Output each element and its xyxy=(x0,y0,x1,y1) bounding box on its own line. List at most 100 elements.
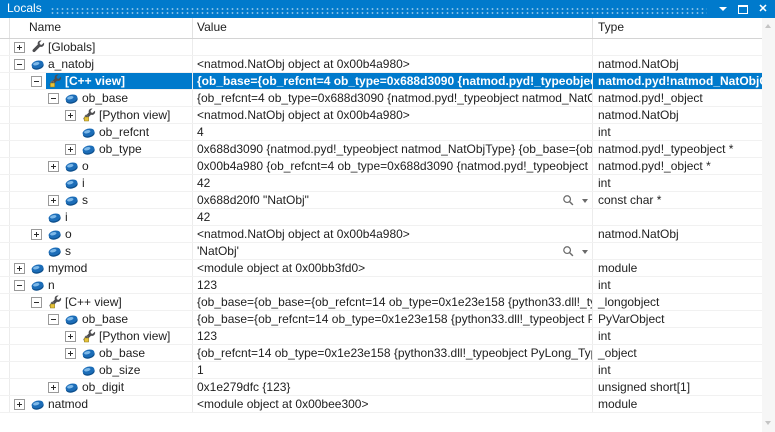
expand-toggle[interactable] xyxy=(31,229,42,240)
tree-row[interactable]: ob_base{ob_refcnt=14 ob_type=0x1e23e158 … xyxy=(0,345,762,362)
collapse-toggle[interactable] xyxy=(31,76,42,87)
scroll-up-icon[interactable] xyxy=(765,24,771,28)
tree-row[interactable]: i42 xyxy=(0,209,762,226)
value-cell[interactable]: 1 xyxy=(193,362,593,378)
tree-row[interactable]: mymod<module object at 0x00bb3fd0>module xyxy=(0,260,762,277)
name-inner: n xyxy=(29,277,192,293)
variable-name: ob_base xyxy=(82,312,128,326)
object-icon xyxy=(81,363,96,378)
vertical-scrollbar[interactable] xyxy=(762,18,775,432)
column-header-type[interactable]: Type xyxy=(593,18,762,38)
expand-toggle[interactable] xyxy=(14,42,25,53)
expand-toggle[interactable] xyxy=(14,399,25,410)
tree-row[interactable]: n123int xyxy=(0,277,762,294)
row-gutter xyxy=(0,345,10,361)
value-cell[interactable]: 'NatObj' xyxy=(193,243,593,259)
value-cell[interactable]: {ob_base={ob_refcnt=14 ob_type=0x1e23e15… xyxy=(193,311,593,327)
tree-row[interactable]: o<natmod.NatObj object at 0x00b4a980>nat… xyxy=(0,226,762,243)
value-cell[interactable]: 0x688d20f0 "NatObj" xyxy=(193,192,593,208)
chevron-down-icon xyxy=(719,7,727,11)
name-cell: [C++ view] xyxy=(10,294,193,310)
value-cell[interactable]: 42 xyxy=(193,209,593,225)
collapse-toggle[interactable] xyxy=(14,59,25,70)
tree-row[interactable]: o0x00b4a980 {ob_refcnt=4 ob_type=0x688d3… xyxy=(0,158,762,175)
name-inner: s xyxy=(46,243,192,259)
tree-row[interactable]: s0x688d20f0 "NatObj"const char * xyxy=(0,192,762,209)
value-cell[interactable]: <natmod.NatObj object at 0x00b4a980> xyxy=(193,56,593,72)
tree-row[interactable]: [Python view]<natmod.NatObj object at 0x… xyxy=(0,107,762,124)
name-inner: [Python view] xyxy=(80,328,192,344)
value-cell[interactable]: 4 xyxy=(193,124,593,140)
expand-toggle[interactable] xyxy=(65,348,76,359)
value-cell[interactable]: {ob_refcnt=14 ob_type=0x1e23e158 {python… xyxy=(193,345,593,361)
name-inner: ob_size xyxy=(80,362,192,378)
collapse-toggle[interactable] xyxy=(48,314,59,325)
tree-row[interactable]: [Globals] xyxy=(0,39,762,56)
name-cell: natmod xyxy=(10,396,193,412)
titlebar-drag-grip[interactable] xyxy=(50,7,707,14)
value-cell[interactable]: {ob_refcnt=4 ob_type=0x688d3090 {natmod.… xyxy=(193,90,593,106)
magnifier-icon[interactable] xyxy=(562,194,575,207)
collapse-toggle[interactable] xyxy=(31,297,42,308)
expand-toggle[interactable] xyxy=(14,263,25,274)
collapse-toggle[interactable] xyxy=(48,93,59,104)
value-cell[interactable]: 0x1e279dfc {123} xyxy=(193,379,593,395)
titlebar[interactable]: Locals ✕ xyxy=(0,0,775,18)
tree-row[interactable]: s'NatObj' xyxy=(0,243,762,260)
tree-row[interactable]: [C++ view]{ob_base={ob_base={ob_refcnt=1… xyxy=(0,294,762,311)
tree-row[interactable]: ob_digit0x1e279dfc {123}unsigned short[1… xyxy=(0,379,762,396)
value-cell[interactable]: 123 xyxy=(193,328,593,344)
close-button[interactable]: ✕ xyxy=(755,2,771,16)
expand-toggle[interactable] xyxy=(65,110,76,121)
float-icon xyxy=(738,5,748,14)
value-cell[interactable]: {ob_base={ob_base={ob_refcnt=14 ob_type=… xyxy=(193,294,593,310)
visualizer-dropdown-icon[interactable] xyxy=(582,199,588,203)
tree-row[interactable]: natmod<module object at 0x00bee300>modul… xyxy=(0,396,762,413)
tree-row[interactable]: ob_base{ob_refcnt=4 ob_type=0x688d3090 {… xyxy=(0,90,762,107)
variable-type: const char * xyxy=(593,192,762,208)
variable-type xyxy=(593,39,762,55)
row-gutter xyxy=(0,90,10,106)
object-icon xyxy=(81,125,96,140)
variable-name: ob_size xyxy=(99,363,140,377)
expand-toggle[interactable] xyxy=(48,382,59,393)
value-cell[interactable]: 42 xyxy=(193,175,593,191)
collapse-toggle[interactable] xyxy=(14,280,25,291)
expand-toggle[interactable] xyxy=(65,331,76,342)
visualizer-dropdown-icon[interactable] xyxy=(582,250,588,254)
expand-toggle[interactable] xyxy=(48,161,59,172)
name-cell: ob_base xyxy=(10,345,193,361)
variable-type xyxy=(593,243,762,259)
tree-row[interactable]: [Python view]123int xyxy=(0,328,762,345)
column-header-value[interactable]: Value xyxy=(193,18,593,38)
variable-name: i xyxy=(82,176,85,190)
window-title: Locals xyxy=(0,0,48,18)
value-cell[interactable]: <module object at 0x00bee300> xyxy=(193,396,593,412)
variable-value: 0x00b4a980 {ob_refcnt=4 ob_type=0x688d30… xyxy=(197,159,592,173)
name-inner: i xyxy=(46,209,192,225)
tree-row[interactable]: [C++ view]{ob_base={ob_refcnt=4 ob_type=… xyxy=(0,73,762,90)
float-button[interactable] xyxy=(735,2,751,16)
scroll-down-icon[interactable] xyxy=(765,421,771,425)
value-cell[interactable]: <module object at 0x00bb3fd0> xyxy=(193,260,593,276)
object-icon xyxy=(64,312,79,327)
column-header-name[interactable]: Name xyxy=(10,18,193,38)
value-cell[interactable]: <natmod.NatObj object at 0x00b4a980> xyxy=(193,226,593,242)
window-position-button[interactable] xyxy=(715,2,731,16)
value-cell[interactable]: 0x688d3090 {natmod.pyd!_typeobject natmo… xyxy=(193,141,593,157)
value-cell[interactable]: <natmod.NatObj object at 0x00b4a980> xyxy=(193,107,593,123)
tree-row[interactable]: i42int xyxy=(0,175,762,192)
tree-row[interactable]: ob_type0x688d3090 {natmod.pyd!_typeobjec… xyxy=(0,141,762,158)
tree-row[interactable]: ob_refcnt4int xyxy=(0,124,762,141)
tree-row[interactable]: ob_base {ob_base={ob_refcnt=14 ob_type=0x… xyxy=(0,311,762,328)
name-inner: [C++ view] xyxy=(46,294,192,310)
expand-toggle[interactable] xyxy=(48,195,59,206)
value-cell[interactable]: {ob_base={ob_refcnt=4 ob_type=0x688d3090… xyxy=(193,73,593,89)
expand-toggle[interactable] xyxy=(65,144,76,155)
tree-row[interactable]: a_natobj<natmod.NatObj object at 0x00b4a… xyxy=(0,56,762,73)
magnifier-icon[interactable] xyxy=(562,245,575,258)
value-cell[interactable]: 0x00b4a980 {ob_refcnt=4 ob_type=0x688d30… xyxy=(193,158,593,174)
tree-row[interactable]: ob_size1int xyxy=(0,362,762,379)
value-cell[interactable]: 123 xyxy=(193,277,593,293)
value-cell[interactable] xyxy=(193,39,593,55)
